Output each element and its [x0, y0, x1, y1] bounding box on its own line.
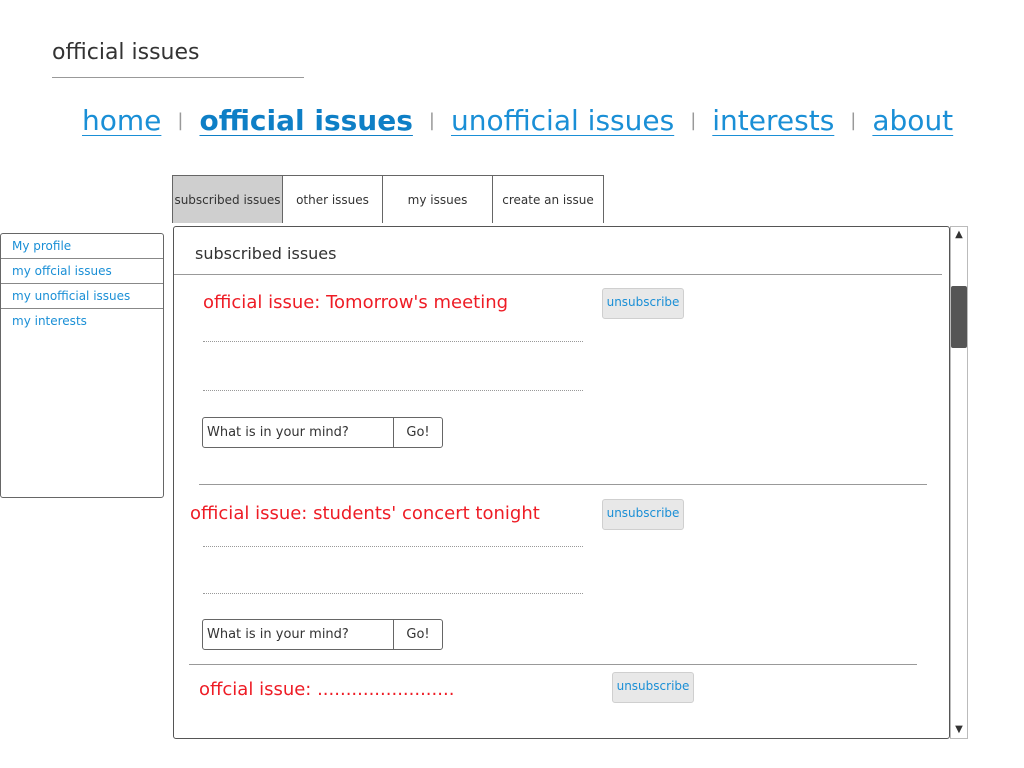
- nav-unofficial-issues-link[interactable]: unofficial issues: [451, 104, 674, 137]
- nav-about-link[interactable]: about: [872, 104, 953, 137]
- sidebar-item-my-unofficial-issues[interactable]: my unofficial issues: [1, 284, 163, 309]
- issue-text-line: [203, 546, 583, 547]
- unsubscribe-button[interactable]: unsubscribe: [602, 499, 684, 530]
- panel-scrollbar[interactable]: ▲ ▼: [950, 226, 968, 739]
- sidebar-item-my-official-issues[interactable]: my offcial issues: [1, 259, 163, 284]
- panel-heading: subscribed issues: [195, 244, 337, 263]
- comment-input[interactable]: What is in your mind?: [203, 418, 393, 447]
- comment-form: What is in your mind? Go!: [202, 417, 443, 448]
- issue-divider: [189, 664, 917, 665]
- unsubscribe-button[interactable]: unsubscribe: [612, 672, 694, 703]
- issue-text-line: [203, 593, 583, 594]
- issue-title: official issue: Tomorrow's meeting: [203, 292, 509, 313]
- comment-form: What is in your mind? Go!: [202, 619, 443, 650]
- nav-interests-link[interactable]: interests: [712, 104, 834, 137]
- sidebar-item-my-interests[interactable]: my interests: [1, 309, 163, 334]
- scroll-thumb[interactable]: [951, 286, 967, 348]
- go-button[interactable]: Go!: [393, 620, 442, 649]
- tab-create-an-issue[interactable]: create an issue: [492, 175, 604, 223]
- page-title: official issues: [52, 40, 200, 65]
- panel-heading-divider: [174, 274, 942, 275]
- nav-official-issues-link[interactable]: official issues: [199, 104, 412, 137]
- top-nav: home | official issues | unofficial issu…: [82, 104, 953, 137]
- sidebar-item-my-profile[interactable]: My profile: [1, 234, 163, 259]
- tab-other-issues[interactable]: other issues: [282, 175, 383, 223]
- sidebar: My profile my offcial issues my unoffici…: [0, 233, 164, 498]
- comment-input[interactable]: What is in your mind?: [203, 620, 393, 649]
- go-button[interactable]: Go!: [393, 418, 442, 447]
- unsubscribe-button[interactable]: unsubscribe: [602, 288, 684, 319]
- nav-home-link[interactable]: home: [82, 104, 161, 137]
- scroll-down-icon[interactable]: ▼: [951, 722, 967, 738]
- issue-text-line: [203, 390, 583, 391]
- tab-my-issues[interactable]: my issues: [382, 175, 493, 223]
- scroll-up-icon[interactable]: ▲: [951, 227, 967, 243]
- nav-separator: |: [428, 110, 435, 131]
- issue-title: official issue: students' concert tonigh…: [190, 503, 540, 524]
- issue-text-line: [203, 341, 583, 342]
- issue-divider: [199, 484, 927, 485]
- nav-separator: |: [177, 110, 184, 131]
- title-divider: [52, 77, 304, 78]
- tab-subscribed-issues[interactable]: subscribed issues: [172, 175, 283, 223]
- nav-separator: |: [690, 110, 697, 131]
- nav-separator: |: [850, 110, 857, 131]
- issue-tabs: subscribed issues other issues my issues…: [172, 175, 604, 223]
- issue-title: offcial issue: ........................: [199, 679, 455, 700]
